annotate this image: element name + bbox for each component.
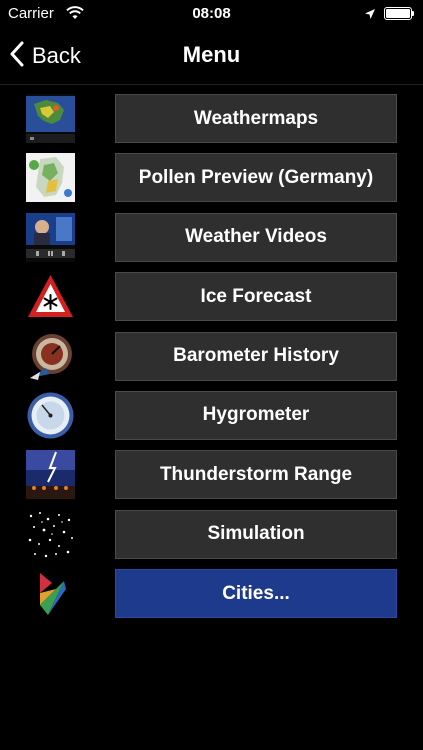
barometer-icon[interactable] [26,332,75,381]
page-title: Menu [182,42,241,67]
battery-tip [412,11,414,16]
menu-item-pollen: Pollen Preview (Germany) [0,153,423,203]
menu-item-weathermaps: Weathermaps [0,94,423,143]
location-arrow-icon [364,7,376,24]
menu-item-hygrometer: Hygrometer [0,390,423,440]
app-logo-icon[interactable] [26,569,75,618]
video-thumbnail[interactable] [26,212,75,262]
pollen-map-thumbnail[interactable] [26,153,75,203]
status-bar: Carrier 08:08 [0,0,423,28]
navigation-bar: Back Menu [0,28,423,85]
menu-list: Weathermaps Pollen Preview (Germany) Wea… [0,94,423,629]
simulation-button[interactable]: Simulation [115,509,397,559]
weather-videos-button[interactable]: Weather Videos [115,212,397,262]
lightning-thumbnail[interactable] [26,450,75,500]
hygrometer-button[interactable]: Hygrometer [115,390,397,440]
ice-forecast-button[interactable]: Ice Forecast [115,272,397,322]
status-time: 08:08 [192,5,231,22]
weathermap-thumbnail[interactable] [26,94,75,143]
menu-item-thunderstorm-range: Thunderstorm Range [0,450,423,500]
weathermaps-button[interactable]: Weathermaps [115,94,397,143]
menu-item-simulation: Simulation [0,509,423,559]
menu-item-barometer-history: Barometer History [0,331,423,381]
ice-warning-sign-icon[interactable] [26,272,75,321]
simulation-thumbnail[interactable] [26,509,75,559]
cities-button[interactable]: Cities... [115,569,397,619]
thunderstorm-range-button[interactable]: Thunderstorm Range [115,450,397,500]
menu-item-ice-forecast: Ice Forecast [0,272,423,322]
pollen-preview-button[interactable]: Pollen Preview (Germany) [115,153,397,203]
barometer-history-button[interactable]: Barometer History [115,331,397,381]
menu-item-cities: Cities... [0,569,423,619]
battery-icon [384,7,412,20]
hygrometer-icon[interactable] [26,391,75,440]
menu-item-weather-videos: Weather Videos [0,212,423,262]
